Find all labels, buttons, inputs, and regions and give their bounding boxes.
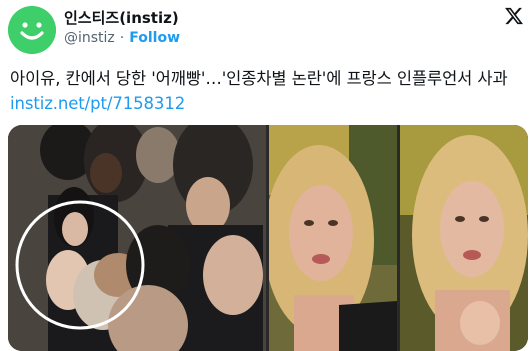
- account-handle[interactable]: @instiz: [64, 30, 115, 46]
- tweet-header: 인스티즈(instiz) @instiz · Follow: [0, 0, 532, 58]
- display-name[interactable]: 인스티즈(instiz): [64, 7, 179, 28]
- influencer-photo: [269, 125, 397, 351]
- follow-button[interactable]: Follow: [129, 30, 180, 46]
- crowd-photo: [8, 125, 266, 351]
- tweet-text: 아이유, 칸에서 당한 '어깨빵'…'인종차별 논란'에 프랑스 인플루언서 사…: [10, 66, 522, 116]
- meta-separator: ·: [119, 30, 125, 46]
- x-logo-icon[interactable]: [504, 6, 524, 26]
- media-panel-influencer-closeup[interactable]: [400, 125, 528, 351]
- tweet-link[interactable]: instiz.net/pt/7158312: [10, 94, 185, 113]
- account-meta: @instiz · Follow: [64, 30, 180, 46]
- tweet-body: 아이유, 칸에서 당한 '어깨빵'…'인종차별 논란'에 프랑스 인플루언서 사…: [10, 69, 508, 88]
- influencer-closeup-photo: [400, 125, 528, 351]
- media-panel-influencer[interactable]: [269, 125, 397, 351]
- account-avatar[interactable]: [8, 6, 56, 54]
- media-panel-crowd[interactable]: [8, 125, 266, 351]
- tweet-media[interactable]: [8, 125, 528, 351]
- smile-logo-icon: [8, 6, 56, 54]
